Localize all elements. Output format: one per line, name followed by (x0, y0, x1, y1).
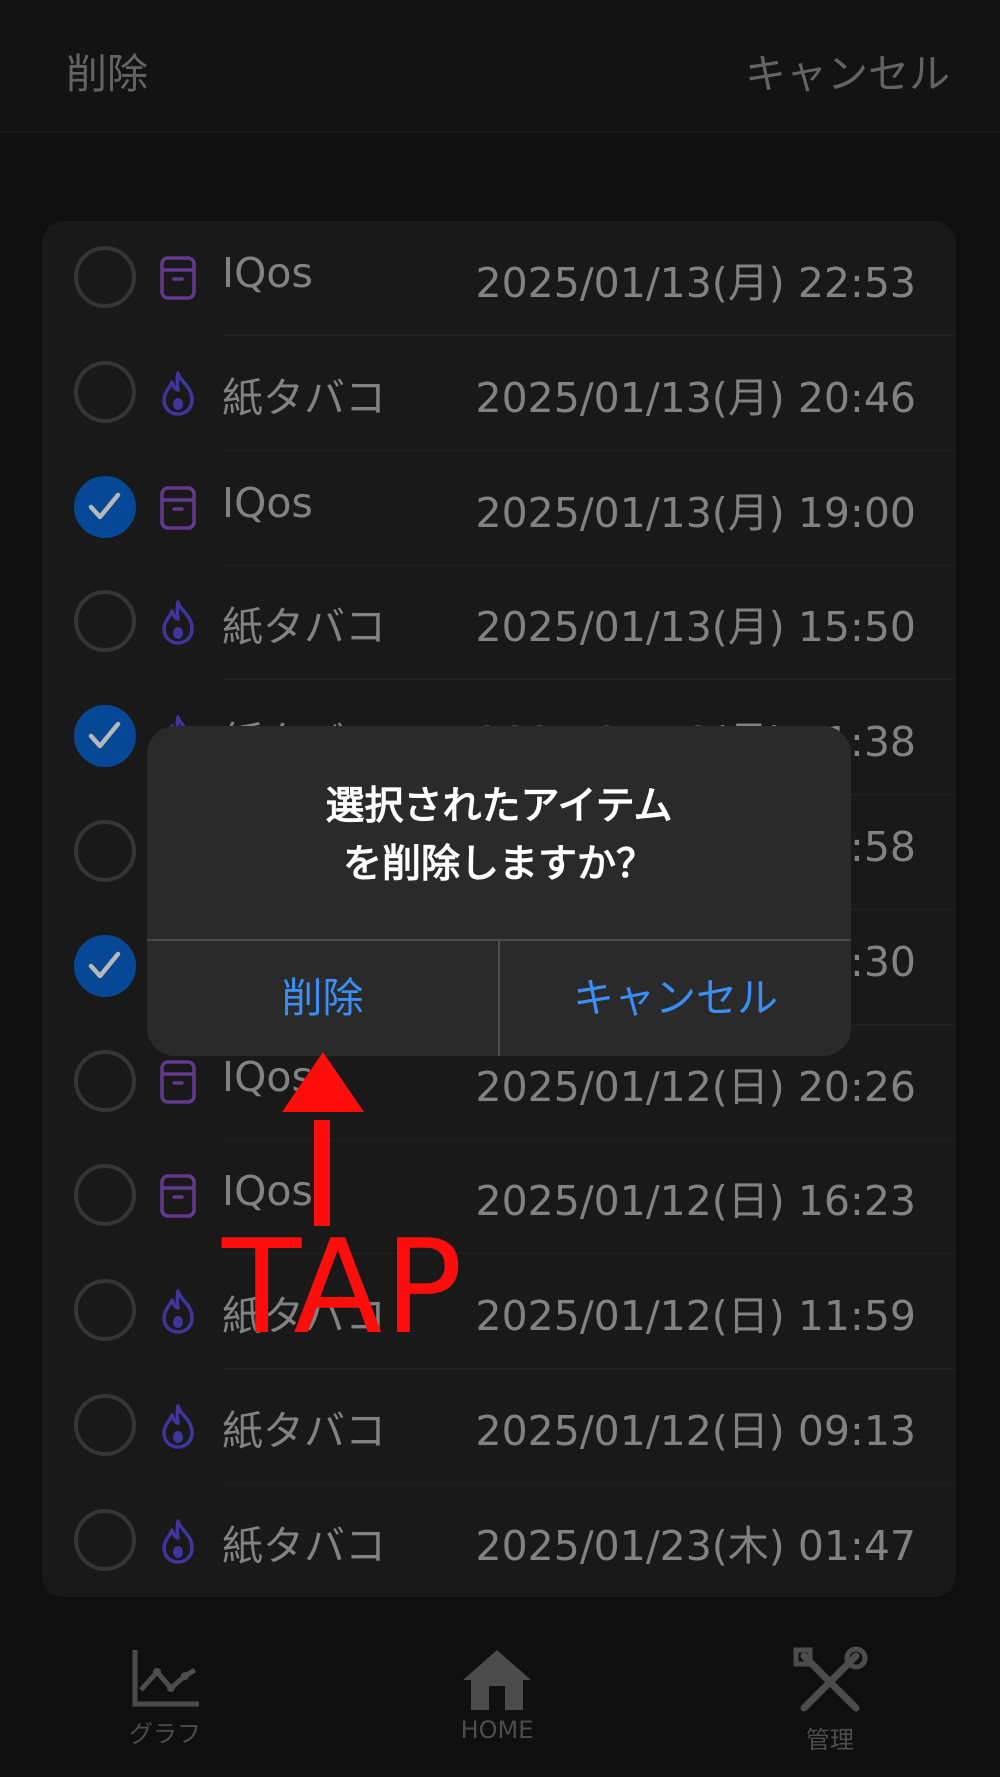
annotation-arrow-icon (282, 1052, 364, 1226)
annotation-tap-label: TAP (222, 1211, 465, 1363)
dialog-message-line1: 選択されたアイテム (325, 784, 673, 829)
screen: 削除 キャンセル IQos 2025/01/13(月) 22:53 紙タバコ 2025… (0, 0, 1000, 1777)
dialog-message: 選択されたアイテム を削除しますか？ (147, 778, 851, 894)
dialog-cancel-button[interactable]: キャンセル (500, 941, 851, 1056)
dialog-message-line2: を削除しますか？ (342, 842, 655, 887)
delete-confirm-dialog: 選択されたアイテム を削除しますか？ 削除 キャンセル (147, 726, 851, 1056)
dialog-delete-button[interactable]: 削除 (147, 941, 498, 1056)
